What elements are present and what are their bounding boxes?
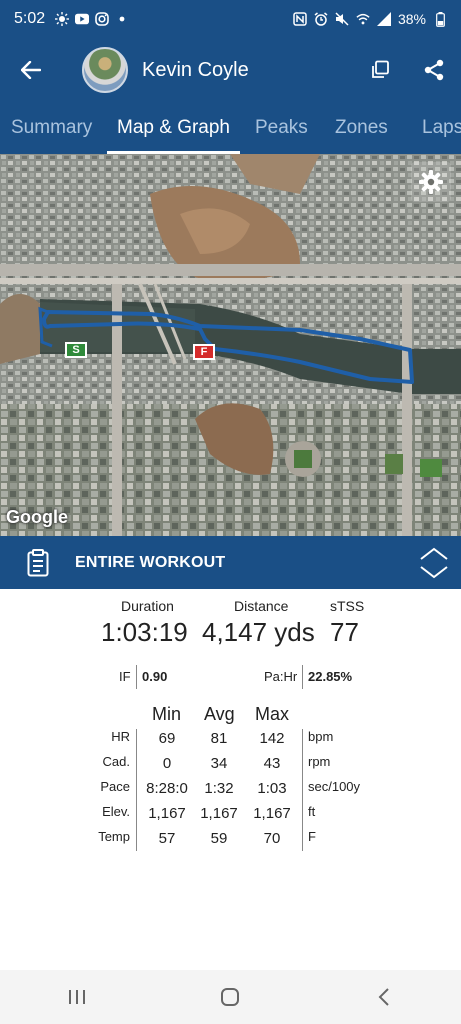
tab-map-graph[interactable]: Map & Graph <box>107 102 240 154</box>
recent-apps-button[interactable] <box>47 970 107 1024</box>
start-marker[interactable]: S <box>65 342 87 358</box>
elevation-unit: ft <box>308 804 316 819</box>
divider <box>136 665 137 689</box>
nfc-icon <box>293 12 307 26</box>
elevation-max: 1,167 <box>253 805 291 822</box>
user-name: Kevin Coyle <box>142 58 249 81</box>
elevation-avg: 1,167 <box>200 805 238 822</box>
back-arrow-icon <box>21 61 41 79</box>
clipboard-icon <box>0 536 75 589</box>
distance-value: 4,147 yds <box>202 617 315 647</box>
hr-min: 69 <box>158 730 176 747</box>
avatar[interactable] <box>82 47 128 93</box>
weather-icon <box>55 12 70 26</box>
cadence-unit: rpm <box>308 754 331 769</box>
mute-icon <box>335 12 349 26</box>
pahr-value: 22.85% <box>308 669 353 684</box>
table-divider-right <box>302 729 303 851</box>
section-title: ENTIRE WORKOUT <box>75 553 226 571</box>
copy-button[interactable] <box>353 38 407 102</box>
status-time: 5:02 <box>14 10 46 27</box>
if-label: IF <box>119 669 131 684</box>
map-settings-button[interactable] <box>411 162 451 202</box>
gear-icon <box>419 170 443 194</box>
route-map[interactable]: S F Google <box>0 154 461 536</box>
stss-label: sTSS <box>330 598 365 614</box>
elevation-min: 1,167 <box>148 805 186 822</box>
recent-apps-icon <box>68 990 85 1004</box>
cadence-min: 0 <box>162 755 172 772</box>
row-label-hr: HR <box>111 729 130 744</box>
hr-unit: bpm <box>308 729 334 744</box>
row-label-pace: Pace <box>100 779 130 794</box>
temp-avg: 59 <box>210 830 228 847</box>
tab-zones[interactable]: Zones <box>335 102 388 154</box>
pahr-label: Pa:Hr <box>264 669 298 684</box>
duration-label: Duration <box>121 598 174 614</box>
tab-summary[interactable]: Summary <box>11 102 92 154</box>
hr-max: 142 <box>259 730 285 747</box>
cadence-max: 43 <box>263 755 281 772</box>
header-min: Min <box>152 704 182 724</box>
pace-max: 1:03 <box>257 780 287 797</box>
hr-avg: 81 <box>210 730 228 747</box>
distance-label: Distance <box>234 598 289 614</box>
chevron-left-icon <box>378 988 389 1006</box>
finish-marker[interactable]: F <box>193 344 215 360</box>
cadence-avg: 34 <box>210 755 228 772</box>
tab-bar: Summary Map & Graph Peaks Zones Laps <box>0 102 461 154</box>
stss-value: 77 <box>330 617 359 647</box>
battery-percent: 38% <box>397 11 426 27</box>
tab-laps[interactable]: Laps <box>422 102 461 154</box>
status-bar: 5:02 38% <box>0 0 461 38</box>
workout-section-bar[interactable]: ENTIRE WORKOUT <box>0 536 461 589</box>
temp-unit: F <box>308 829 316 844</box>
row-label-cadence: Cad. <box>102 754 130 769</box>
pace-min: 8:28:0 <box>146 780 188 797</box>
tab-peaks[interactable]: Peaks <box>255 102 308 154</box>
pace-unit: sec/100y <box>308 779 361 794</box>
google-attribution: Google <box>6 507 68 527</box>
duration-value: 1:03:19 <box>101 617 188 647</box>
system-nav-bar <box>0 970 461 1024</box>
divider <box>302 665 303 689</box>
header-avg: Avg <box>204 704 235 724</box>
wifi-icon <box>356 12 370 26</box>
notification-icons <box>55 12 129 26</box>
dot-icon <box>115 12 129 26</box>
instagram-icon <box>95 12 109 26</box>
row-label-elevation: Elev. <box>102 804 130 819</box>
home-icon <box>221 988 240 1006</box>
if-value: 0.90 <box>142 669 168 684</box>
row-label-temp: Temp <box>98 829 130 844</box>
back-button[interactable] <box>0 38 62 102</box>
youtube-icon <box>75 12 90 26</box>
share-icon <box>424 59 444 81</box>
chevron-up-down-icon <box>420 547 448 578</box>
signal-icon <box>376 12 391 26</box>
system-icons: 38% <box>293 11 447 27</box>
home-button[interactable] <box>200 970 260 1024</box>
share-button[interactable] <box>407 38 461 102</box>
header-max: Max <box>255 704 290 724</box>
temp-max: 70 <box>263 830 281 847</box>
back-nav-button[interactable] <box>354 970 414 1024</box>
pace-avg: 1:32 <box>204 780 234 797</box>
app-bar: Kevin Coyle <box>0 38 461 102</box>
copy-icon <box>372 60 389 78</box>
alarm-icon <box>314 12 328 26</box>
temp-min: 57 <box>158 830 176 847</box>
expand-collapse-button[interactable] <box>407 536 461 589</box>
battery-icon <box>433 11 447 27</box>
